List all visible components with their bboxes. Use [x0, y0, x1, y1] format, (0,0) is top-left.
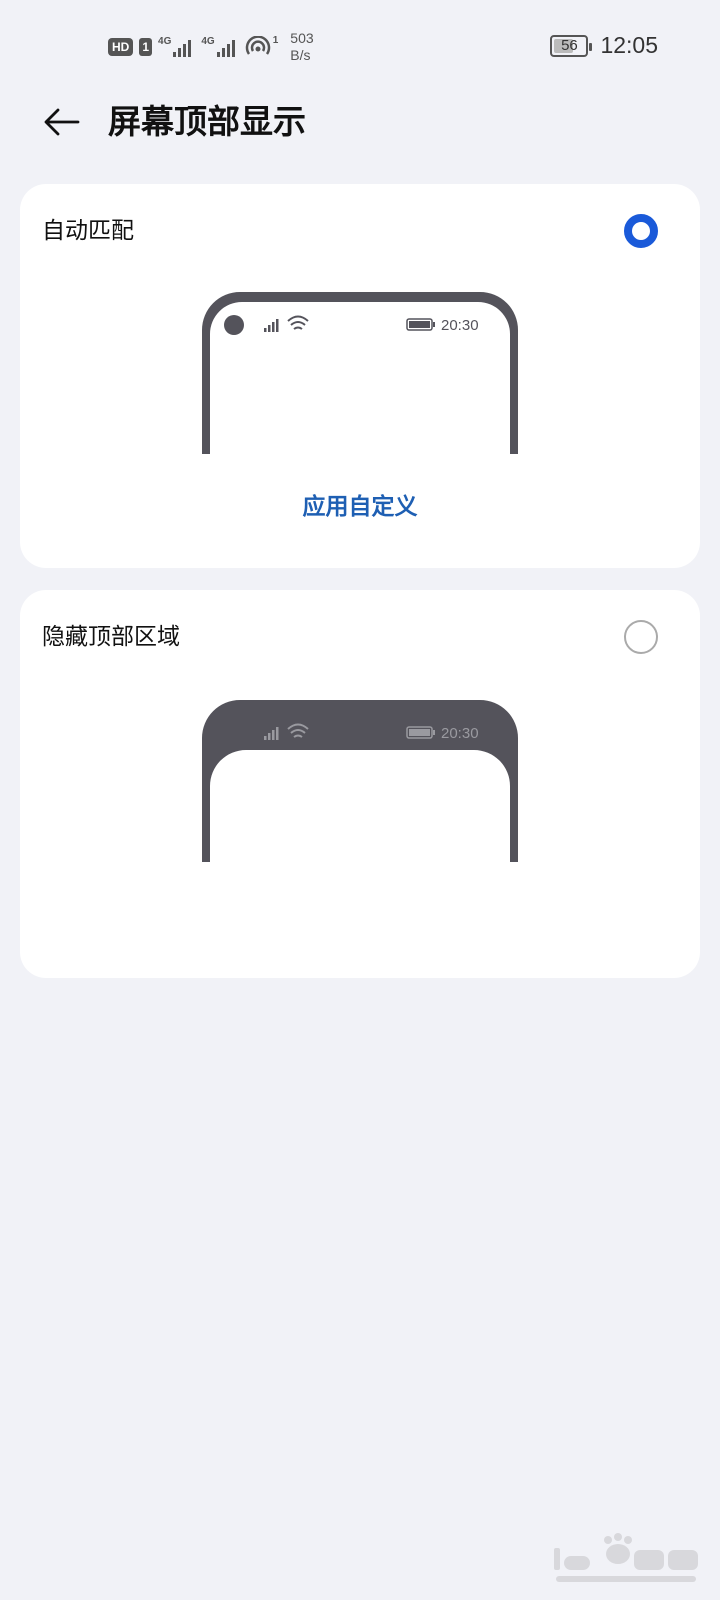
- app-header: 屏幕顶部显示: [0, 92, 720, 154]
- radio-auto-match-selected[interactable]: [624, 214, 658, 248]
- speed-value: 503: [290, 30, 314, 46]
- option-label: 自动匹配: [42, 218, 134, 244]
- back-button[interactable]: [40, 100, 84, 144]
- page-title: 屏幕顶部显示: [108, 102, 306, 141]
- network-type-label: 4G: [158, 36, 172, 47]
- baidu-jingyan-watermark-logo: [554, 1533, 698, 1582]
- sim-badge: 1: [139, 38, 153, 56]
- phone-preview-auto-match: 20:30: [202, 292, 518, 454]
- front-camera-icon: [224, 315, 244, 335]
- network-type-label: 4G: [201, 36, 215, 47]
- preview-signal-icon: [264, 319, 279, 332]
- status-clock: 12:05: [600, 32, 658, 58]
- preview-wifi-icon: [287, 315, 309, 330]
- preview-time: 20:30: [441, 725, 479, 742]
- apply-custom-link[interactable]: 应用自定义: [20, 490, 700, 524]
- phone-preview-hide-top: 20:30: [202, 700, 518, 862]
- preview-battery-icon: [406, 318, 435, 331]
- status-right-group: 56 12:05: [550, 32, 658, 59]
- status-bar: HD 1 4G 4G 1 503 B/s 56 12:05: [0, 0, 720, 92]
- signal-bars-icon: [216, 40, 235, 57]
- arrow-left-icon: [44, 108, 80, 136]
- option-card-hide-top[interactable]: 隐藏顶部区域 20:30: [20, 590, 700, 978]
- network-signal-2: 4G: [201, 37, 238, 57]
- network-speed: 503 B/s: [290, 30, 313, 64]
- option-card-auto-match[interactable]: 自动匹配 20:30 应用自定义: [20, 184, 700, 568]
- battery-level: 56: [561, 37, 578, 54]
- hotspot-indicator: 1: [245, 35, 279, 58]
- radio-hide-top[interactable]: [624, 620, 658, 654]
- status-left-group: HD 1 4G 4G 1 503 B/s: [108, 30, 314, 64]
- preview-time: 20:30: [441, 317, 479, 334]
- hd-voice-badge: HD: [108, 38, 134, 56]
- battery-icon: 56: [550, 34, 593, 57]
- option-label: 隐藏顶部区域: [42, 624, 180, 650]
- signal-bars-icon: [173, 40, 192, 57]
- speed-unit: B/s: [290, 47, 311, 63]
- hotspot-icon: [245, 36, 270, 55]
- hotspot-count: 1: [272, 35, 279, 46]
- network-signal-1: 4G: [158, 37, 195, 57]
